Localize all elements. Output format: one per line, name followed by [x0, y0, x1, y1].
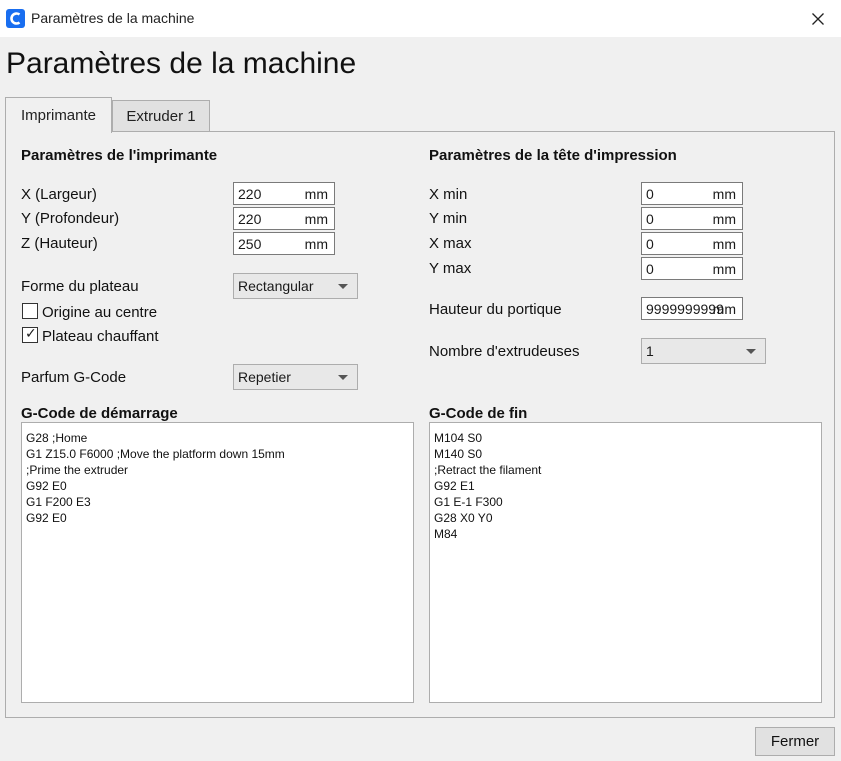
x-max-value: 0 — [646, 236, 654, 252]
x-min-label: X min — [429, 186, 468, 203]
chevron-down-icon — [338, 375, 348, 380]
y-min-unit: mm — [712, 211, 736, 227]
bed-shape-label: Forme du plateau — [21, 278, 139, 295]
gcode-flavor-label: Parfum G-Code — [21, 369, 127, 386]
x-max-input[interactable]: 0 mm — [641, 232, 743, 255]
extruder-count-label: Nombre d'extrudeuses — [429, 343, 580, 360]
gcode-flavor-select[interactable]: Repetier — [233, 364, 358, 390]
cura-logo-icon — [6, 9, 25, 28]
heated-bed-label: Plateau chauffant — [42, 328, 159, 345]
bed-shape-value: Rectangular — [238, 278, 314, 294]
printhead-settings-title: Paramètres de la tête d'impression — [429, 147, 677, 164]
code-line: G28 ;Home — [26, 431, 88, 445]
x-width-unit: mm — [304, 186, 328, 202]
code-line: G1 E-1 F300 — [434, 495, 503, 509]
page-title: Paramètres de la machine — [6, 47, 357, 80]
code-line: ;Retract the filament — [434, 463, 542, 477]
x-min-unit: mm — [712, 186, 736, 202]
code-line: ;Prime the extruder — [26, 463, 129, 477]
window-close-button[interactable] — [795, 0, 841, 37]
gantry-height-unit: mm — [712, 301, 736, 317]
heated-bed-checkbox[interactable]: ✓ — [22, 325, 38, 343]
bed-shape-select[interactable]: Rectangular — [233, 273, 358, 299]
origin-center-checkbox[interactable] — [22, 303, 38, 319]
code-line: M140 S0 — [434, 447, 483, 461]
y-depth-value: 220 — [238, 211, 262, 227]
end-gcode-title: G-Code de fin — [429, 405, 528, 422]
extruder-count-select[interactable]: 1 — [641, 338, 766, 364]
z-height-label: Z (Hauteur) — [21, 235, 98, 252]
close-icon — [812, 12, 824, 25]
chevron-down-icon — [746, 349, 756, 354]
y-max-input[interactable]: 0 mm — [641, 257, 743, 280]
y-min-input[interactable]: 0 mm — [641, 207, 743, 230]
x-width-label: X (Largeur) — [21, 186, 97, 203]
y-depth-input[interactable]: 220 mm — [233, 207, 335, 230]
y-max-value: 0 — [646, 261, 654, 277]
gantry-height-input[interactable]: 9999999999 mm — [641, 297, 743, 320]
code-line: M84 — [434, 527, 458, 541]
z-height-value: 250 — [238, 236, 262, 252]
x-max-unit: mm — [712, 236, 736, 252]
x-min-value: 0 — [646, 186, 654, 202]
x-width-value: 220 — [238, 186, 262, 202]
extruder-count-value: 1 — [646, 343, 654, 359]
x-max-label: X max — [429, 235, 472, 252]
code-line: G92 E1 — [434, 479, 475, 493]
code-line: G28 X0 Y0 — [434, 511, 493, 525]
tab-imprimante[interactable]: Imprimante — [5, 97, 112, 133]
code-line: G92 E0 — [26, 511, 67, 525]
y-depth-unit: mm — [304, 211, 328, 227]
tab-extruder-1[interactable]: Extruder 1 — [112, 100, 210, 132]
y-min-label: Y min — [429, 210, 468, 227]
z-height-unit: mm — [304, 236, 328, 252]
y-depth-label: Y (Profondeur) — [21, 210, 120, 227]
code-line: G1 Z15.0 F6000 ;Move the platform down 1… — [26, 447, 285, 461]
code-line: G92 E0 — [26, 479, 67, 493]
printer-settings-title: Paramètres de l'imprimante — [21, 147, 218, 164]
code-line: M104 S0 — [434, 431, 483, 445]
code-line: G1 F200 E3 — [26, 495, 91, 509]
window-title: Paramètres de la machine — [31, 10, 195, 26]
title-bar: Paramètres de la machine — [0, 0, 841, 37]
origin-center-label: Origine au centre — [42, 304, 158, 321]
y-min-value: 0 — [646, 211, 654, 227]
end-gcode-editor[interactable]: M104 S0 M140 S0 ;Retract the filament G9… — [429, 422, 822, 703]
check-icon: ✓ — [25, 325, 37, 341]
chevron-down-icon — [338, 284, 348, 289]
gantry-height-label: Hauteur du portique — [429, 301, 562, 318]
gcode-flavor-value: Repetier — [238, 369, 291, 385]
close-dialog-button[interactable]: Fermer — [755, 727, 835, 756]
z-height-input[interactable]: 250 mm — [233, 232, 335, 255]
start-gcode-title: G-Code de démarrage — [21, 405, 178, 422]
tab-panel: Paramètres de l'imprimante X (Largeur) 2… — [5, 131, 835, 718]
x-width-input[interactable]: 220 mm — [233, 182, 335, 205]
x-min-input[interactable]: 0 mm — [641, 182, 743, 205]
y-max-unit: mm — [712, 261, 736, 277]
start-gcode-editor[interactable]: G28 ;Home G1 Z15.0 F6000 ;Move the platf… — [21, 422, 414, 703]
y-max-label: Y max — [429, 260, 472, 277]
